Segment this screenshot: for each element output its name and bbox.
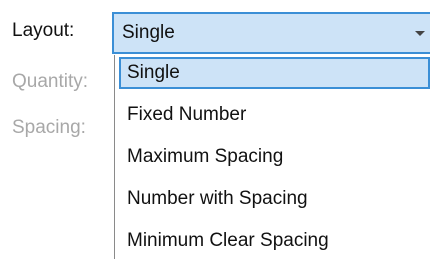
layout-settings-panel: Layout: Single Quantity: Spacing: Single… xyxy=(0,0,430,259)
spacing-label: Spacing: xyxy=(12,117,86,138)
layout-option-maximum-spacing[interactable]: Maximum Spacing xyxy=(119,141,430,173)
layout-option-minimum-clear-spacing[interactable]: Minimum Clear Spacing xyxy=(119,225,430,257)
layout-dropdown[interactable]: Single xyxy=(112,12,430,54)
layout-label: Layout: xyxy=(12,20,75,41)
chevron-down-icon[interactable] xyxy=(415,31,425,36)
layout-option-single[interactable]: Single xyxy=(119,57,430,89)
layout-option-number-with-spacing[interactable]: Number with Spacing xyxy=(119,183,430,215)
layout-options-list: Single Fixed Number Maximum Spacing Numb… xyxy=(114,55,430,259)
layout-option-fixed-number[interactable]: Fixed Number xyxy=(119,99,430,131)
quantity-label: Quantity: xyxy=(12,71,89,92)
layout-selected-value: Single xyxy=(122,22,175,43)
